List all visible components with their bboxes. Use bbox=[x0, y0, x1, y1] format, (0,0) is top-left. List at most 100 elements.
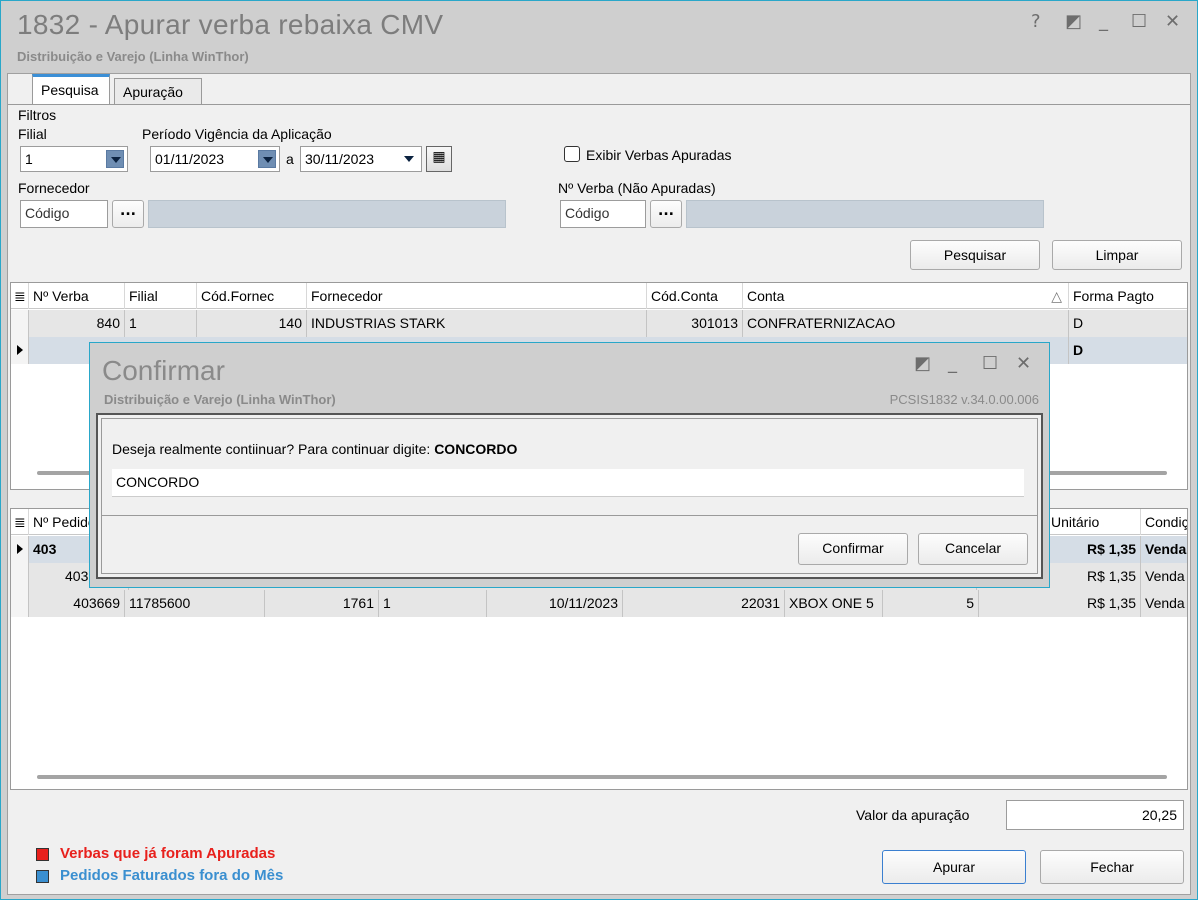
verba-label: Nº Verba (Não Apuradas) bbox=[558, 180, 716, 196]
dialog-prompt: Deseja realmente contiinuar? Para contin… bbox=[112, 441, 517, 457]
pesquisar-button[interactable]: Pesquisar bbox=[910, 240, 1040, 270]
table-cell: Venda bbox=[1141, 590, 1187, 617]
row-indicator bbox=[11, 310, 29, 337]
dialog-prompt-text: Deseja realmente contiinuar? Para contin… bbox=[112, 441, 431, 457]
minimize-icon[interactable]: _ bbox=[1099, 11, 1108, 32]
verba-code-input[interactable]: Código bbox=[560, 200, 646, 228]
column-chooser-icon[interactable]: ≣ bbox=[11, 509, 29, 535]
chevron-down-icon[interactable] bbox=[106, 150, 124, 168]
column-header[interactable]: Filial bbox=[125, 283, 197, 309]
legend-fora-mes: Pedidos Faturados fora do Mês bbox=[60, 867, 284, 884]
close-icon[interactable]: ✕ bbox=[1016, 353, 1031, 374]
table-cell: 1 bbox=[125, 310, 197, 337]
date-from-value: 01/11/2023 bbox=[155, 151, 225, 167]
restore-icon[interactable]: ◩ bbox=[914, 353, 931, 374]
column-header[interactable]: Condiç bbox=[1141, 509, 1187, 535]
filial-select[interactable]: 1 bbox=[20, 146, 128, 172]
dialog-content: Deseja realmente contiinuar? Para contin… bbox=[101, 418, 1038, 574]
date-from-input[interactable]: 01/11/2023 bbox=[150, 146, 280, 172]
filial-label: Filial bbox=[18, 126, 47, 142]
date-to-input[interactable]: 30/11/2023 bbox=[300, 146, 422, 172]
column-header[interactable]: Cód.Fornec bbox=[197, 283, 307, 309]
table-cell: 403669 bbox=[29, 590, 125, 617]
dialog-body: Deseja realmente contiinuar? Para contin… bbox=[96, 413, 1043, 579]
column-header[interactable]: Cód.Conta bbox=[647, 283, 743, 309]
window-title: 1832 - Apurar verba rebaixa CMV bbox=[17, 9, 444, 40]
table-row[interactable]: 840 1 140 INDUSTRIAS STARK 301013 CONFRA… bbox=[11, 310, 1187, 337]
table-cell: INDUSTRIAS STARK bbox=[307, 310, 647, 337]
maximize-icon[interactable]: ☐ bbox=[1131, 11, 1147, 32]
dialog-subtitle: Distribuição e Varejo (Linha WinThor) bbox=[104, 392, 336, 407]
verba-lookup-button[interactable]: ... bbox=[650, 200, 682, 228]
chevron-down-icon[interactable] bbox=[400, 150, 418, 168]
table-cell: 301013 bbox=[647, 310, 743, 337]
table-cell: R$ 1,35 bbox=[979, 590, 1141, 617]
confirm-text-input[interactable]: CONCORDO bbox=[112, 469, 1024, 497]
main-window: 1832 - Apurar verba rebaixa CMV Distribu… bbox=[0, 0, 1198, 900]
verba-description-field bbox=[686, 200, 1044, 228]
maximize-icon[interactable]: ☐ bbox=[982, 353, 998, 374]
tab-pesquisa[interactable]: Pesquisa bbox=[32, 74, 110, 104]
confirmar-button[interactable]: Confirmar bbox=[798, 533, 908, 565]
dialog-keyword: CONCORDO bbox=[434, 441, 518, 457]
close-icon[interactable]: ✕ bbox=[1165, 11, 1180, 32]
table-cell: 1761 bbox=[265, 590, 379, 617]
table-cell: CONFRATERNIZACAO bbox=[743, 310, 1069, 337]
table-cell: Venda bbox=[1141, 536, 1187, 563]
date-separator: a bbox=[286, 151, 294, 167]
filters-group-label: Filtros bbox=[18, 107, 57, 123]
table-cell: 5 bbox=[883, 590, 979, 617]
date-to-value: 30/11/2023 bbox=[305, 151, 375, 167]
apurar-button[interactable]: Apurar bbox=[882, 850, 1026, 884]
column-chooser-icon[interactable]: ≣ bbox=[11, 283, 29, 309]
table-cell: 22031 bbox=[623, 590, 785, 617]
title-bar: 1832 - Apurar verba rebaixa CMV Distribu… bbox=[1, 1, 1197, 71]
column-header-label: Conta bbox=[747, 288, 785, 304]
table-cell: Venda bbox=[1141, 563, 1187, 590]
table-cell: D bbox=[1069, 337, 1187, 364]
column-header[interactable]: Nº Verba bbox=[29, 283, 125, 309]
chevron-down-icon[interactable] bbox=[258, 150, 276, 168]
sort-ascending-icon: △ bbox=[1051, 288, 1062, 304]
column-header[interactable]: Forma Pagto bbox=[1069, 283, 1187, 309]
row-indicator bbox=[11, 563, 29, 590]
fornecedor-code-input[interactable]: Código bbox=[20, 200, 108, 228]
current-row-indicator bbox=[11, 536, 29, 563]
restore-icon[interactable]: ◩ bbox=[1065, 11, 1082, 32]
valor-apuracao-label: Valor da apuração bbox=[856, 807, 970, 823]
column-header[interactable]: Fornecedor bbox=[307, 283, 647, 309]
exibir-checkbox[interactable] bbox=[564, 146, 580, 162]
periodo-label: Período Vigência da Aplicação bbox=[142, 126, 332, 142]
legend-apuradas: Verbas que já foram Apuradas bbox=[60, 845, 276, 862]
current-row-indicator bbox=[11, 337, 29, 364]
filial-value: 1 bbox=[25, 151, 33, 167]
legend-red-swatch bbox=[36, 848, 49, 861]
cancelar-button[interactable]: Cancelar bbox=[918, 533, 1028, 565]
table-cell: 10/11/2023 bbox=[487, 590, 623, 617]
table-cell: D bbox=[1069, 310, 1187, 337]
table-cell: 140 bbox=[197, 310, 307, 337]
window-subtitle: Distribuição e Varejo (Linha WinThor) bbox=[17, 49, 249, 64]
dialog-version: PCSIS1832 v.34.0.00.006 bbox=[889, 392, 1039, 407]
fornecedor-lookup-button[interactable]: ... bbox=[112, 200, 144, 228]
fechar-button[interactable]: Fechar bbox=[1040, 850, 1184, 884]
row-indicator bbox=[11, 590, 29, 617]
dialog-title: Confirmar bbox=[102, 355, 225, 386]
column-header[interactable]: Conta △ bbox=[743, 283, 1069, 309]
dialog-separator bbox=[102, 515, 1037, 516]
horizontal-scrollbar[interactable] bbox=[37, 775, 1167, 779]
table-cell: 1 bbox=[379, 590, 487, 617]
minimize-icon[interactable]: _ bbox=[948, 353, 957, 374]
confirm-dialog: Confirmar Distribuição e Varejo (Linha W… bbox=[89, 342, 1050, 588]
table-row[interactable]: 403669 11785600 1761 1 10/11/2023 22031 … bbox=[11, 590, 1187, 617]
help-icon[interactable]: ? bbox=[1031, 11, 1041, 32]
calendar-icon[interactable]: ▦ bbox=[426, 146, 452, 172]
valor-apuracao-field: 20,25 bbox=[1006, 800, 1184, 830]
legend-blue-swatch bbox=[36, 870, 49, 883]
table-cell: 11785600 bbox=[125, 590, 265, 617]
exibir-label: Exibir Verbas Apuradas bbox=[586, 147, 732, 163]
tab-apuracao[interactable]: Apuração bbox=[114, 78, 202, 104]
limpar-button[interactable]: Limpar bbox=[1052, 240, 1182, 270]
fornecedor-label: Fornecedor bbox=[18, 180, 90, 196]
table-cell: 840 bbox=[29, 310, 125, 337]
